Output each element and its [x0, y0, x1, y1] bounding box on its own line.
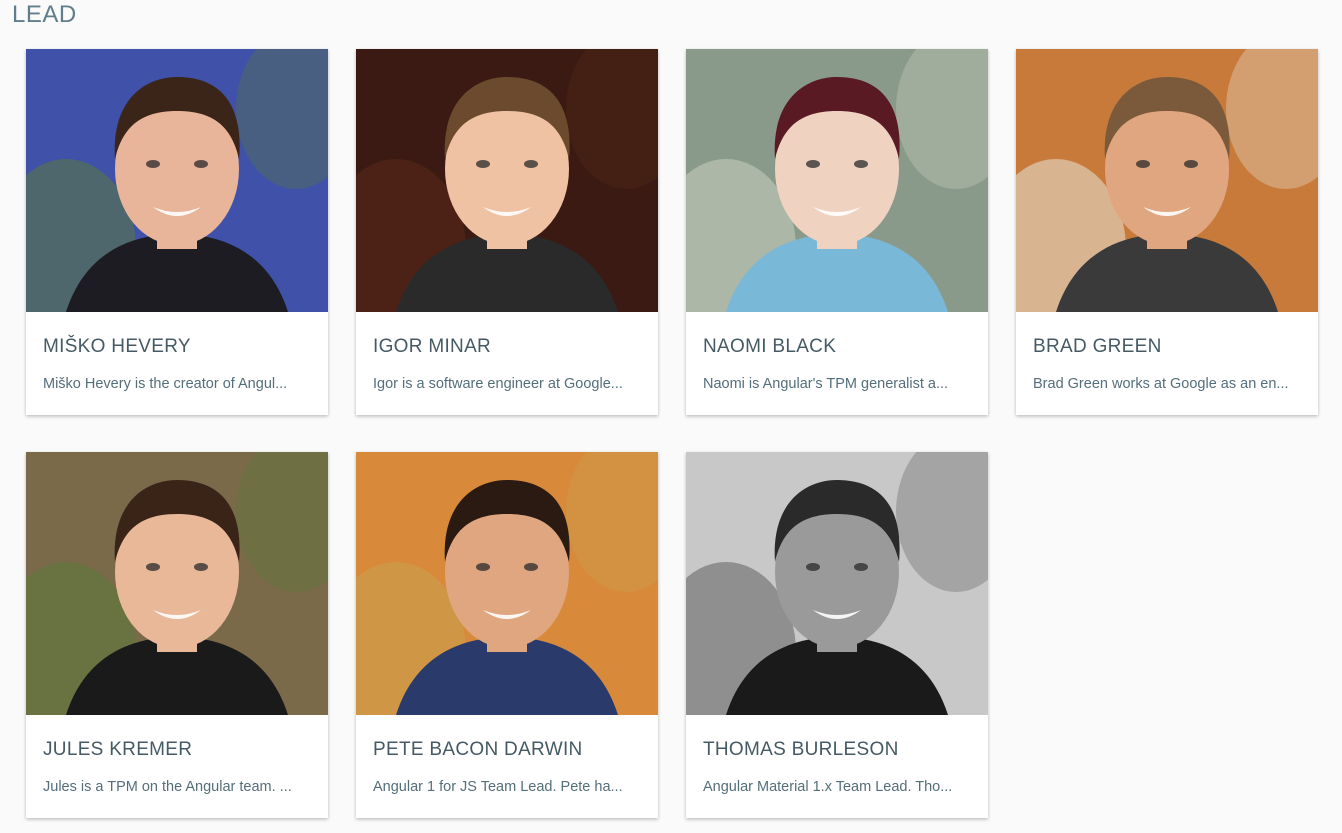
member-name[interactable]: PETE BACON DARWIN: [373, 739, 641, 761]
member-card[interactable]: MIŠKO HEVERY Miško Hevery is the creator …: [26, 49, 328, 415]
member-name[interactable]: THOMAS BURLESON: [703, 739, 971, 761]
member-card[interactable]: THOMAS BURLESON Angular Material 1.x Team…: [686, 452, 988, 818]
section-title: LEAD: [12, 1, 77, 28]
member-card[interactable]: PETE BACON DARWIN Angular 1 for JS Team L…: [356, 452, 658, 818]
member-name[interactable]: NAOMI BLACK: [703, 336, 971, 358]
member-name[interactable]: MIŠKO HEVERY: [43, 336, 311, 358]
card-body: NAOMI BLACK Naomi is Angular's TPM genera…: [686, 336, 988, 393]
member-bio: Naomi is Angular's TPM generalist a...: [703, 376, 949, 392]
card-body: THOMAS BURLESON Angular Material 1.x Team…: [686, 739, 988, 796]
card-body: BRAD GREEN Brad Green works at Google as …: [1016, 336, 1318, 393]
member-card[interactable]: NAOMI BLACK Naomi is Angular's TPM genera…: [686, 49, 988, 415]
member-card[interactable]: JULES KREMER Jules is a TPM on the Angula…: [26, 452, 328, 818]
member-photo[interactable]: [1016, 49, 1318, 312]
member-bio: Igor is a software engineer at Google...: [373, 376, 623, 392]
member-name[interactable]: BRAD GREEN: [1033, 336, 1301, 358]
member-photo[interactable]: [686, 49, 988, 312]
member-bio: Angular Material 1.x Team Lead. Tho...: [703, 779, 953, 795]
member-photo[interactable]: [356, 49, 658, 312]
card-body: PETE BACON DARWIN Angular 1 for JS Team L…: [356, 739, 658, 796]
member-bio: Miško Hevery is the creator of Angul...: [43, 376, 288, 392]
member-card[interactable]: BRAD GREEN Brad Green works at Google as …: [1016, 49, 1318, 415]
member-bio: Jules is a TPM on the Angular team. ...: [43, 779, 292, 795]
member-card[interactable]: IGOR MINAR Igor is a software engineer at…: [356, 49, 658, 415]
member-name[interactable]: JULES KREMER: [43, 739, 311, 761]
member-photo[interactable]: [356, 452, 658, 715]
member-bio: Angular 1 for JS Team Lead. Pete ha...: [373, 779, 623, 795]
card-body: JULES KREMER Jules is a TPM on the Angula…: [26, 739, 328, 796]
member-photo[interactable]: [26, 452, 328, 715]
member-photo[interactable]: [686, 452, 988, 715]
member-photo[interactable]: [26, 49, 328, 312]
card-body: MIŠKO HEVERY Miško Hevery is the creator …: [26, 336, 328, 393]
card-body: IGOR MINAR Igor is a software engineer at…: [356, 336, 658, 393]
member-name[interactable]: IGOR MINAR: [373, 336, 641, 358]
member-bio: Brad Green works at Google as an en...: [1033, 376, 1289, 392]
